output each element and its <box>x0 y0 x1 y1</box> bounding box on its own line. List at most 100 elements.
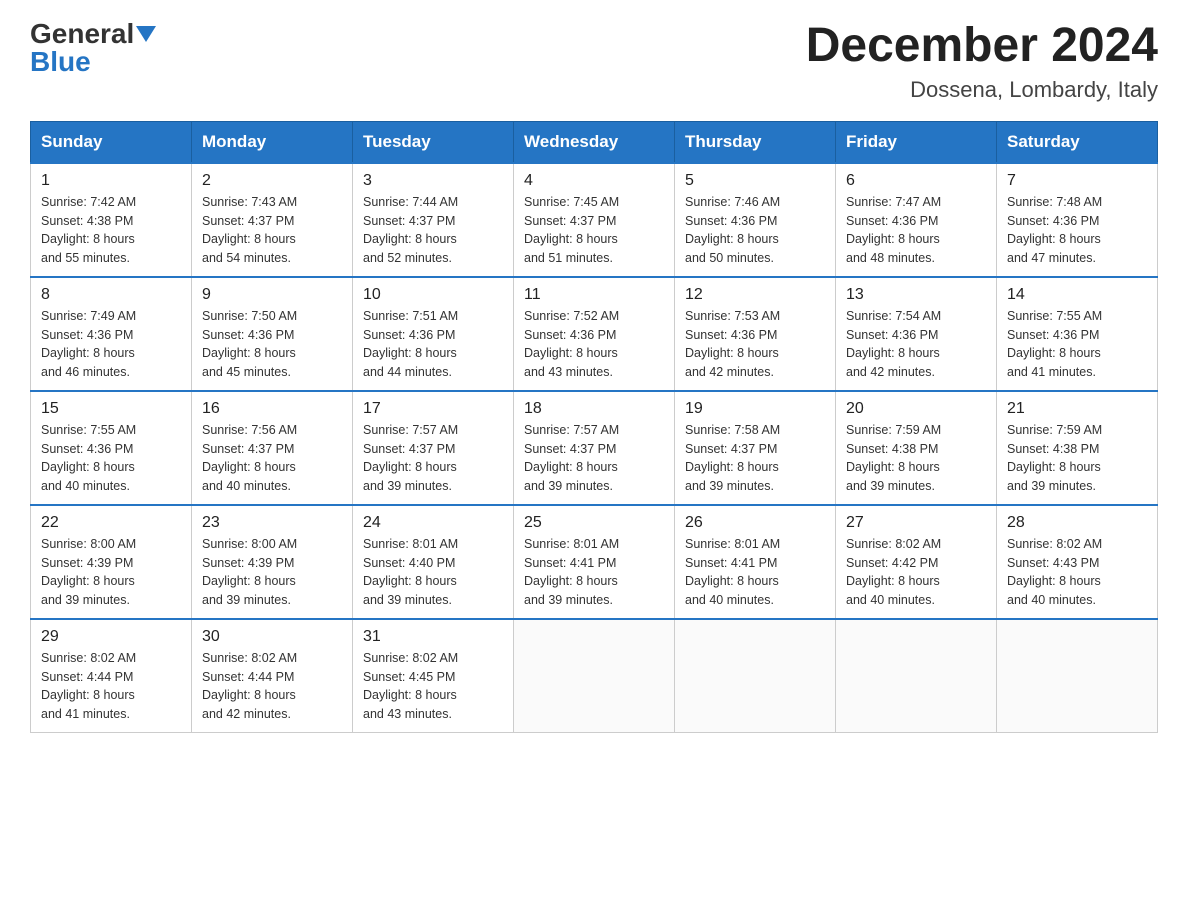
calendar-day-cell: 19Sunrise: 7:58 AMSunset: 4:37 PMDayligh… <box>675 391 836 505</box>
day-number: 2 <box>202 172 342 190</box>
day-info: Sunrise: 7:44 AMSunset: 4:37 PMDaylight:… <box>363 193 503 268</box>
day-number: 19 <box>685 400 825 418</box>
day-number: 28 <box>1007 514 1147 532</box>
calendar-day-cell <box>836 619 997 733</box>
day-number: 12 <box>685 286 825 304</box>
calendar-day-cell: 28Sunrise: 8:02 AMSunset: 4:43 PMDayligh… <box>997 505 1158 619</box>
calendar-day-cell: 17 Sunrise: 7:57 AMSunset: 4:37 PMDayligh… <box>353 391 514 505</box>
day-number: 17 <box>363 400 503 418</box>
day-number: 7 <box>1007 172 1147 190</box>
day-info: Sunrise: 7:55 AMSunset: 4:36 PMDaylight:… <box>1007 307 1147 382</box>
day-info: Sunrise: 7:45 AMSunset: 4:37 PMDaylight:… <box>524 193 664 268</box>
calendar-week-row: 29Sunrise: 8:02 AMSunset: 4:44 PMDayligh… <box>31 619 1158 733</box>
calendar-day-cell <box>997 619 1158 733</box>
calendar-day-cell: 7 Sunrise: 7:48 AMSunset: 4:36 PMDaylight… <box>997 163 1158 277</box>
calendar-day-cell: 15Sunrise: 7:55 AMSunset: 4:36 PMDayligh… <box>31 391 192 505</box>
day-info: Sunrise: 8:02 AMSunset: 4:45 PMDaylight:… <box>363 649 503 724</box>
day-info: Sunrise: 7:53 AMSunset: 4:36 PMDaylight:… <box>685 307 825 382</box>
day-number: 8 <box>41 286 181 304</box>
calendar-week-row: 8 Sunrise: 7:49 AMSunset: 4:36 PMDaylight… <box>31 277 1158 391</box>
calendar-day-cell: 27Sunrise: 8:02 AMSunset: 4:42 PMDayligh… <box>836 505 997 619</box>
day-number: 25 <box>524 514 664 532</box>
day-info: Sunrise: 7:48 AMSunset: 4:36 PMDaylight:… <box>1007 193 1147 268</box>
day-info: Sunrise: 8:00 AMSunset: 4:39 PMDaylight:… <box>202 535 342 610</box>
day-number: 3 <box>363 172 503 190</box>
calendar-day-cell <box>675 619 836 733</box>
day-info: Sunrise: 7:52 AMSunset: 4:36 PMDaylight:… <box>524 307 664 382</box>
day-info: Sunrise: 7:51 AMSunset: 4:36 PMDaylight:… <box>363 307 503 382</box>
col-header-monday: Monday <box>192 121 353 163</box>
calendar-day-cell: 10 Sunrise: 7:51 AMSunset: 4:36 PMDayligh… <box>353 277 514 391</box>
day-number: 20 <box>846 400 986 418</box>
day-info: Sunrise: 7:46 AMSunset: 4:36 PMDaylight:… <box>685 193 825 268</box>
logo: General Blue <box>30 20 156 76</box>
calendar-day-cell: 26Sunrise: 8:01 AMSunset: 4:41 PMDayligh… <box>675 505 836 619</box>
logo-blue-text: Blue <box>30 48 91 76</box>
calendar-day-cell: 31 Sunrise: 8:02 AMSunset: 4:45 PMDayligh… <box>353 619 514 733</box>
col-header-sunday: Sunday <box>31 121 192 163</box>
calendar-week-row: 15Sunrise: 7:55 AMSunset: 4:36 PMDayligh… <box>31 391 1158 505</box>
day-number: 16 <box>202 400 342 418</box>
day-number: 21 <box>1007 400 1147 418</box>
day-info: Sunrise: 7:49 AMSunset: 4:36 PMDaylight:… <box>41 307 181 382</box>
day-info: Sunrise: 7:42 AMSunset: 4:38 PMDaylight:… <box>41 193 181 268</box>
day-info: Sunrise: 7:50 AMSunset: 4:36 PMDaylight:… <box>202 307 342 382</box>
day-info: Sunrise: 7:57 AMSunset: 4:37 PMDaylight:… <box>524 421 664 496</box>
day-number: 11 <box>524 286 664 304</box>
calendar-day-cell: 13 Sunrise: 7:54 AMSunset: 4:36 PMDayligh… <box>836 277 997 391</box>
calendar-day-cell: 2 Sunrise: 7:43 AMSunset: 4:37 PMDaylight… <box>192 163 353 277</box>
calendar-day-cell: 22 Sunrise: 8:00 AMSunset: 4:39 PMDayligh… <box>31 505 192 619</box>
calendar-day-cell: 30 Sunrise: 8:02 AMSunset: 4:44 PMDayligh… <box>192 619 353 733</box>
day-info: Sunrise: 7:54 AMSunset: 4:36 PMDaylight:… <box>846 307 986 382</box>
title-block: December 2024 Dossena, Lombardy, Italy <box>806 20 1158 103</box>
day-info: Sunrise: 7:59 AMSunset: 4:38 PMDaylight:… <box>1007 421 1147 496</box>
day-number: 31 <box>363 628 503 646</box>
day-number: 14 <box>1007 286 1147 304</box>
day-info: Sunrise: 7:43 AMSunset: 4:37 PMDaylight:… <box>202 193 342 268</box>
calendar-week-row: 1 Sunrise: 7:42 AMSunset: 4:38 PMDaylight… <box>31 163 1158 277</box>
day-info: Sunrise: 7:47 AMSunset: 4:36 PMDaylight:… <box>846 193 986 268</box>
calendar-week-row: 22 Sunrise: 8:00 AMSunset: 4:39 PMDayligh… <box>31 505 1158 619</box>
day-info: Sunrise: 7:57 AMSunset: 4:37 PMDaylight:… <box>363 421 503 496</box>
col-header-thursday: Thursday <box>675 121 836 163</box>
calendar-header-row: SundayMondayTuesdayWednesdayThursdayFrid… <box>31 121 1158 163</box>
calendar-day-cell: 29Sunrise: 8:02 AMSunset: 4:44 PMDayligh… <box>31 619 192 733</box>
day-number: 13 <box>846 286 986 304</box>
day-info: Sunrise: 8:01 AMSunset: 4:40 PMDaylight:… <box>363 535 503 610</box>
calendar-day-cell: 18 Sunrise: 7:57 AMSunset: 4:37 PMDayligh… <box>514 391 675 505</box>
day-info: Sunrise: 8:02 AMSunset: 4:44 PMDaylight:… <box>41 649 181 724</box>
logo-triangle-icon <box>136 26 156 42</box>
day-number: 22 <box>41 514 181 532</box>
calendar-day-cell: 1 Sunrise: 7:42 AMSunset: 4:38 PMDaylight… <box>31 163 192 277</box>
day-number: 18 <box>524 400 664 418</box>
day-number: 27 <box>846 514 986 532</box>
location-text: Dossena, Lombardy, Italy <box>806 77 1158 103</box>
calendar-day-cell: 23 Sunrise: 8:00 AMSunset: 4:39 PMDayligh… <box>192 505 353 619</box>
page-header: General Blue December 2024 Dossena, Lomb… <box>30 20 1158 103</box>
calendar-day-cell: 21 Sunrise: 7:59 AMSunset: 4:38 PMDayligh… <box>997 391 1158 505</box>
day-info: Sunrise: 8:02 AMSunset: 4:44 PMDaylight:… <box>202 649 342 724</box>
col-header-tuesday: Tuesday <box>353 121 514 163</box>
calendar-day-cell: 8 Sunrise: 7:49 AMSunset: 4:36 PMDaylight… <box>31 277 192 391</box>
calendar-day-cell: 11 Sunrise: 7:52 AMSunset: 4:36 PMDayligh… <box>514 277 675 391</box>
day-number: 23 <box>202 514 342 532</box>
calendar-day-cell <box>514 619 675 733</box>
col-header-saturday: Saturday <box>997 121 1158 163</box>
day-number: 24 <box>363 514 503 532</box>
day-number: 30 <box>202 628 342 646</box>
day-number: 5 <box>685 172 825 190</box>
day-number: 6 <box>846 172 986 190</box>
col-header-friday: Friday <box>836 121 997 163</box>
calendar-day-cell: 16Sunrise: 7:56 AMSunset: 4:37 PMDayligh… <box>192 391 353 505</box>
day-info: Sunrise: 8:00 AMSunset: 4:39 PMDaylight:… <box>41 535 181 610</box>
calendar-day-cell: 14 Sunrise: 7:55 AMSunset: 4:36 PMDayligh… <box>997 277 1158 391</box>
calendar-day-cell: 24 Sunrise: 8:01 AMSunset: 4:40 PMDayligh… <box>353 505 514 619</box>
day-number: 10 <box>363 286 503 304</box>
calendar-day-cell: 5 Sunrise: 7:46 AMSunset: 4:36 PMDaylight… <box>675 163 836 277</box>
calendar-day-cell: 9Sunrise: 7:50 AMSunset: 4:36 PMDaylight… <box>192 277 353 391</box>
calendar-day-cell: 25Sunrise: 8:01 AMSunset: 4:41 PMDayligh… <box>514 505 675 619</box>
day-info: Sunrise: 7:55 AMSunset: 4:36 PMDaylight:… <box>41 421 181 496</box>
day-info: Sunrise: 8:01 AMSunset: 4:41 PMDaylight:… <box>685 535 825 610</box>
calendar-day-cell: 3 Sunrise: 7:44 AMSunset: 4:37 PMDaylight… <box>353 163 514 277</box>
day-number: 1 <box>41 172 181 190</box>
